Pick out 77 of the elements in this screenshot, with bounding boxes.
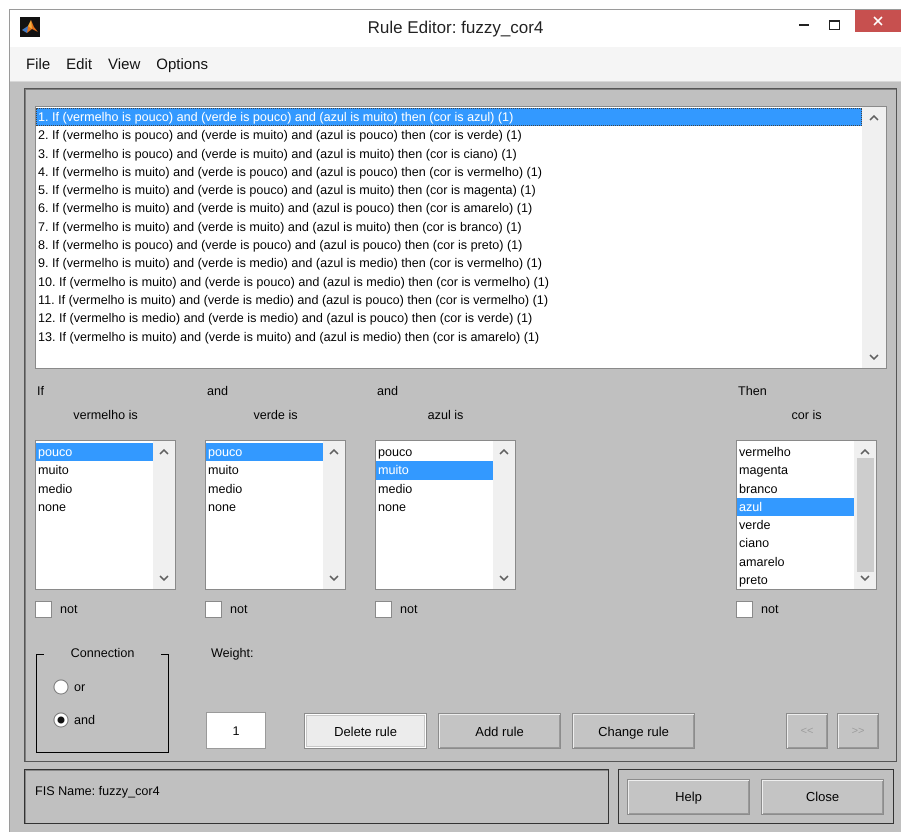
connector-label: and (376, 384, 400, 400)
rule-item[interactable]: 11. If (vermelho is muito) and (verde is medio) and (azul is pouco) then (cor is vermelho) (1) (36, 290, 862, 310)
rule-button[interactable]: Add rule (438, 713, 561, 749)
scroll-bar[interactable] (493, 441, 515, 589)
weight-label: Weight: (211, 646, 254, 660)
not-checkbox[interactable] (205, 600, 222, 618)
membership-list[interactable]: pouco muito medio none (375, 440, 516, 590)
dialog-button[interactable]: Help (627, 778, 750, 814)
checkbox-label: not (400, 602, 418, 616)
rule-button[interactable]: Delete rule (304, 713, 427, 749)
rule-item[interactable]: 2. If (vermelho is pouco) and (verde is muito) and (azul is pouco) then (cor is verde) (1) (36, 126, 862, 145)
variable-label: vermelho is (72, 408, 139, 424)
list-item[interactable]: amarelo (737, 552, 854, 572)
radio-button[interactable] (53, 712, 69, 728)
scroll-bar[interactable] (323, 441, 345, 589)
list-item[interactable]: magenta (737, 461, 854, 480)
rule-item[interactable]: 9. If (vermelho is muito) and (verde is medio) and (azul is medio) then (cor is vermelho) (1) (36, 254, 862, 273)
list-item[interactable]: ciano (737, 534, 854, 553)
weight-field[interactable]: 1 (206, 712, 266, 749)
membership-list[interactable]: pouco muito medio none (35, 440, 176, 590)
checkbox-label: not (761, 602, 779, 616)
rule-item[interactable]: 12. If (vermelho is medio) and (verde is medio) and (azul is pouco) then (cor is verde) (1) (36, 309, 862, 328)
list-item[interactable]: none (36, 498, 153, 516)
rule-item[interactable]: 13. If (vermelho is muito) and (verde is muito) and (azul is medio) then (cor is amarelo) (1) (36, 328, 862, 346)
maximize-icon (828, 20, 840, 30)
variable-label: verde is (252, 408, 299, 424)
connector-label: Then (737, 384, 768, 400)
rule-item[interactable]: 10. If (vermelho is muito) and (verde is pouco) and (azul is medio) then (cor is vermelho) (1) (36, 272, 862, 291)
list-item[interactable]: muito (36, 461, 153, 480)
app-logo-icon (20, 17, 40, 37)
checkbox-label: not (60, 602, 78, 616)
list-item[interactable]: branco (737, 480, 854, 498)
window-title: Rule Editor: fuzzy_cor4 (368, 18, 544, 38)
list-item[interactable]: muito (206, 461, 323, 480)
rule-item[interactable]: 7. If (vermelho is muito) and (verde is muito) and (azul is muito) then (cor is branco) (1) (36, 218, 862, 236)
rule-item[interactable]: 8. If (vermelho is pouco) and (verde is pouco) and (azul is pouco) then (cor is preto) (1) (36, 236, 862, 254)
fis-name: FIS Name: fuzzy_cor4 (35, 784, 160, 798)
list-item[interactable]: pouco (376, 443, 493, 462)
menu-item[interactable]: View (100, 56, 148, 72)
close-icon (873, 16, 883, 26)
variable-label: cor is (790, 408, 823, 424)
close-button[interactable] (855, 10, 901, 32)
rule-list[interactable] (35, 106, 887, 369)
list-item[interactable]: medio (36, 480, 153, 498)
scroll-thumb[interactable] (856, 458, 874, 572)
scroll-bar[interactable] (153, 441, 175, 589)
minimize-icon (799, 24, 809, 26)
list-item[interactable]: verde (737, 516, 854, 534)
not-checkbox[interactable] (375, 600, 392, 618)
list-item[interactable]: medio (376, 480, 493, 498)
list-item[interactable]: medio (206, 480, 323, 498)
dialog-button[interactable]: Close (761, 778, 884, 814)
rule-item[interactable]: 4. If (vermelho is muito) and (verde is pouco) and (azul is pouco) then (cor is vermelho) (1) (36, 162, 862, 182)
radio-label: or (74, 680, 86, 694)
membership-list[interactable]: vermelho magenta branco azul verde ciano amarelo preto (736, 440, 877, 590)
menu-item[interactable]: Options (148, 56, 216, 72)
list-item[interactable]: none (376, 498, 493, 516)
checkbox-label: not (230, 602, 248, 616)
list-item[interactable]: vermelho (737, 443, 854, 462)
radio-label: and (74, 713, 96, 727)
rule-item[interactable]: 3. If (vermelho is pouco) and (verde is muito) and (azul is muito) then (cor is ciano) (1) (36, 144, 862, 163)
menu-item[interactable]: File (18, 56, 58, 72)
not-checkbox[interactable] (736, 600, 753, 618)
variable-label: azul is (426, 408, 464, 424)
scroll-bar[interactable] (854, 441, 876, 589)
membership-list[interactable]: pouco muito medio none (205, 440, 346, 590)
radio-button[interactable] (53, 679, 69, 695)
not-checkbox[interactable] (35, 600, 52, 618)
rule-item[interactable]: 5. If (vermelho is muito) and (verde is pouco) and (azul is muito) then (cor is magenta) (1) (36, 181, 862, 200)
rule-item[interactable]: 6. If (vermelho is muito) and (verde is muito) and (azul is pouco) then (cor is amarelo) (1) (36, 199, 862, 218)
list-item[interactable]: none (206, 498, 323, 516)
menu-item[interactable]: Edit (58, 56, 100, 72)
list-item[interactable]: preto (737, 571, 854, 590)
rule-button[interactable]: Change rule (572, 713, 695, 749)
connector-label: If (36, 384, 45, 400)
scroll-bar[interactable] (862, 107, 886, 368)
connector-label: and (206, 384, 230, 400)
